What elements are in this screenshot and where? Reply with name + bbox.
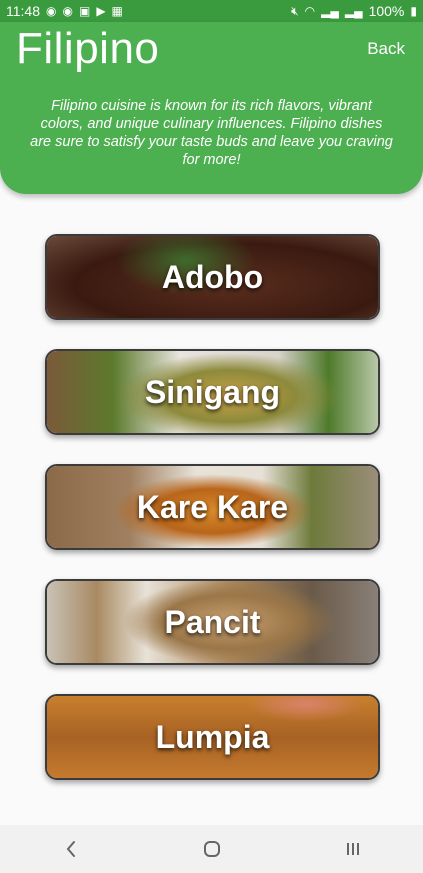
dish-card-pancit[interactable]: Pancit <box>45 579 380 665</box>
nav-back-button[interactable] <box>51 829 91 869</box>
status-left: 11:48 ◉ ◉ ▣ ▶ ▦ <box>6 3 123 19</box>
gallery-icon: ▦ <box>111 4 123 18</box>
recents-icon <box>346 843 359 855</box>
mute-icon: 🔇︎ <box>291 4 299 18</box>
dish-card-lumpia[interactable]: Lumpia <box>45 694 380 780</box>
signal-icon: ▂▄ <box>344 4 363 18</box>
nav-recents-button[interactable] <box>333 829 373 869</box>
dish-card-sinigang[interactable]: Sinigang <box>45 349 380 435</box>
messenger-icon: ◉ <box>62 4 73 18</box>
status-time: 11:48 <box>6 3 40 19</box>
youtube-icon: ▶ <box>96 4 106 18</box>
dish-label: Kare Kare <box>136 488 289 525</box>
shop-icon: ▣ <box>78 4 91 18</box>
system-nav-bar <box>0 825 423 873</box>
dish-label: Pancit <box>164 603 261 640</box>
cuisine-description: Filipino cuisine is known for its rich f… <box>30 98 393 168</box>
battery-percent: 100% <box>368 3 405 19</box>
dish-card-kare-kare[interactable]: Kare Kare <box>45 464 380 550</box>
battery-icon: ▮ <box>410 4 417 18</box>
status-bar: 11:48 ◉ ◉ ▣ ▶ ▦ 🔇︎ ◠ ▂▄ ▂▄ 100% ▮ <box>0 0 423 22</box>
back-button[interactable]: Back <box>367 39 405 59</box>
dish-label: Adobo <box>161 258 264 295</box>
dish-card-adobo[interactable]: Adobo <box>45 234 380 320</box>
page-title: Filipino <box>16 24 160 73</box>
nav-home-button[interactable] <box>192 829 232 869</box>
home-icon <box>203 841 220 857</box>
dish-label: Lumpia <box>155 718 270 755</box>
wifi-icon: ◠ <box>304 4 316 18</box>
signal-icon: ▂▄ <box>321 4 339 18</box>
status-right: 🔇︎ ◠ ▂▄ ▂▄ 100% ▮ <box>291 3 417 19</box>
header: Filipino Back Filipino cuisine is known … <box>0 22 423 194</box>
dish-label: Sinigang <box>144 373 281 410</box>
chevron-left-icon <box>66 841 75 857</box>
messenger-icon: ◉ <box>46 4 57 18</box>
dish-list: Adobo Sinigang Kare Kare Pancit Lumpia <box>45 234 380 809</box>
